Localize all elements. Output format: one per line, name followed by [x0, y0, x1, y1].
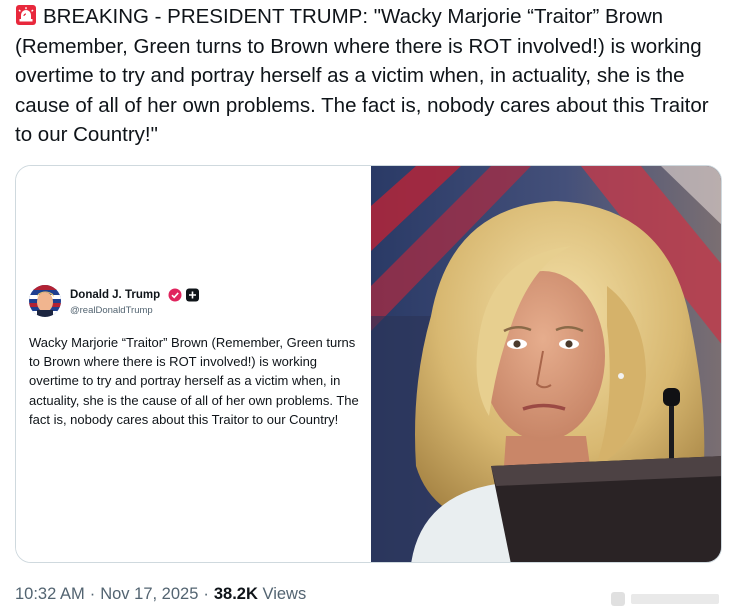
- media-card[interactable]: Donald J. Trump @realDonaldTrump Wacky M…: [15, 165, 722, 563]
- embed-author-name[interactable]: Donald J. Trump: [70, 289, 160, 301]
- tweet-text-block: BREAKING - PRESIDENT TRUMP: "Wacky Marjo…: [15, 2, 727, 150]
- tweet-meta: 10:32 AM · Nov 17, 2025 · 38.2K Views: [15, 585, 306, 604]
- watermark-logo: [611, 592, 719, 606]
- embed-author-handle[interactable]: @realDonaldTrump: [70, 305, 153, 316]
- views-label: Views: [262, 585, 307, 603]
- meta-separator: ·: [89, 585, 96, 603]
- tweet-time[interactable]: 10:32 AM: [15, 585, 85, 603]
- avatar[interactable]: [29, 285, 61, 317]
- tweet-text: BREAKING - PRESIDENT TRUMP: "Wacky Marjo…: [15, 5, 709, 147]
- avatar-image: [29, 285, 61, 317]
- embedded-truth-post[interactable]: Donald J. Trump @realDonaldTrump Wacky M…: [16, 166, 371, 562]
- meta-separator: ·: [203, 585, 209, 603]
- embed-author-header: Donald J. Trump @realDonaldTrump: [29, 285, 349, 319]
- police-light-icon: [16, 5, 36, 25]
- embed-post-text: Wacky Marjorie “Traitor” Brown (Remember…: [29, 335, 359, 427]
- photo-woman-portrait[interactable]: [371, 166, 721, 562]
- truth-plus-icon: [186, 288, 199, 302]
- tweet-date[interactable]: Nov 17, 2025: [100, 585, 198, 603]
- verified-badge-icon: [168, 288, 182, 302]
- embed-badges: [168, 288, 202, 302]
- views-count: 38.2K: [213, 585, 258, 603]
